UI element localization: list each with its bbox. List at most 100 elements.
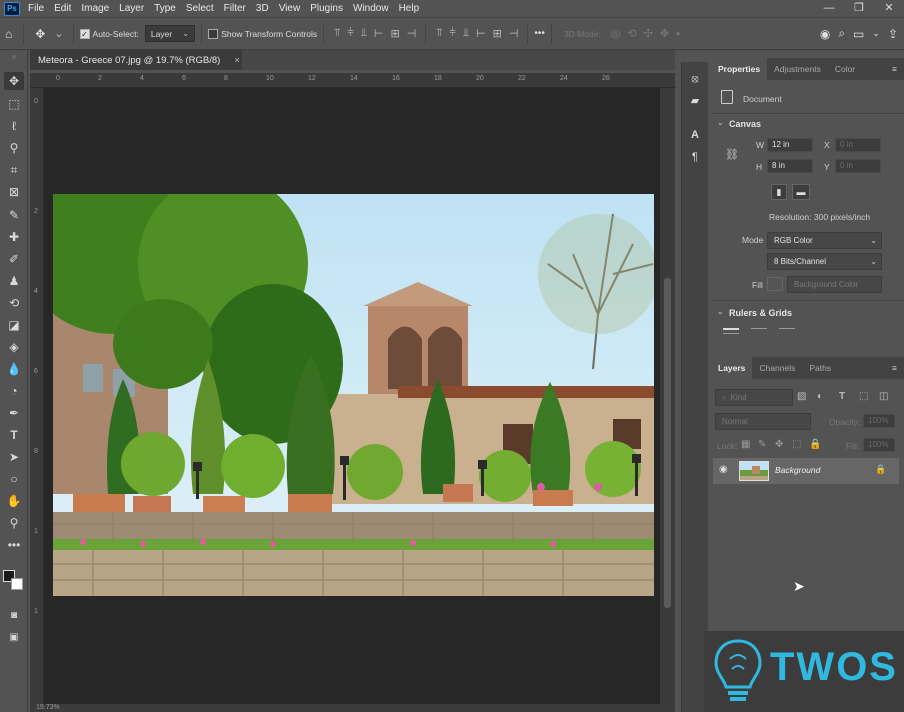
blur-tool-icon[interactable]: 💧 — [4, 360, 24, 378]
paragraph-panel-icon[interactable]: ¶ — [686, 148, 704, 166]
history-brush-tool-icon[interactable]: ⟲ — [4, 294, 24, 312]
move-tool-icon[interactable]: ✥ — [35, 27, 45, 41]
quick-mask-icon[interactable]: ◙ — [4, 607, 24, 625]
eye-visibility-icon[interactable]: ◉ — [719, 464, 728, 475]
frame-tool-icon[interactable]: ⊠ — [4, 183, 24, 201]
link-dimensions-icon[interactable]: ⛓ — [725, 148, 739, 161]
hand-tool-icon[interactable]: ✋ — [4, 492, 24, 510]
marquee-tool-icon[interactable]: ⬚ — [4, 95, 24, 113]
blend-mode-dropdown[interactable]: Normal — [715, 413, 811, 430]
menu-3d[interactable]: 3D — [256, 3, 269, 14]
distribute-top-icon[interactable]: ⫪ — [436, 27, 442, 40]
object-selection-tool-icon[interactable]: ⚲ — [4, 139, 24, 157]
landscape-orientation-icon[interactable]: ▬ — [792, 184, 810, 200]
panel-menu-icon[interactable]: ≡ — [885, 357, 904, 379]
tab-adjustments[interactable]: Adjustments — [767, 58, 828, 80]
menu-plugins[interactable]: Plugins — [310, 3, 343, 14]
align-bottom-edges-icon[interactable]: ⫫ — [361, 27, 367, 40]
ellipse-tool-icon[interactable]: ○ — [4, 470, 24, 488]
lock-all-icon[interactable]: 🔒 — [809, 439, 821, 450]
share-icon[interactable]: ◉ — [820, 27, 830, 41]
document-image[interactable] — [53, 194, 654, 596]
y-field[interactable]: 0 in — [835, 159, 881, 173]
layer-row[interactable]: ◉ Background 🔒 — [713, 458, 899, 484]
distribute-right-icon[interactable]: ⊣ — [509, 27, 519, 40]
more-options-icon[interactable]: ••• — [534, 28, 545, 39]
fill-swatch[interactable] — [767, 277, 783, 291]
background-color-swatch[interactable] — [11, 578, 23, 590]
menu-edit[interactable]: Edit — [54, 3, 71, 14]
crop-tool-icon[interactable]: ⌗ — [4, 161, 24, 179]
workspace-icon[interactable]: ▭ — [853, 27, 864, 41]
search-icon[interactable]: ⌕ — [838, 26, 845, 41]
clone-stamp-tool-icon[interactable]: ♟ — [4, 272, 24, 290]
tab-channels[interactable]: Channels — [752, 357, 802, 379]
distribute-hcenter-icon[interactable]: ⊞ — [493, 27, 502, 40]
chevron-down-icon[interactable]: ⌄ — [872, 28, 880, 39]
menu-help[interactable]: Help — [399, 3, 420, 14]
menu-layer[interactable]: Layer — [119, 3, 144, 14]
tab-paths[interactable]: Paths — [802, 357, 838, 379]
width-field[interactable]: 12 in — [767, 138, 813, 152]
panel-menu-icon[interactable]: ≡ — [885, 58, 904, 80]
path-selection-tool-icon[interactable]: ➤ — [4, 448, 24, 466]
move-tool-icon[interactable]: ✥ — [4, 72, 24, 90]
home-icon[interactable]: ⌂ — [5, 27, 12, 41]
filter-adjustment-icon[interactable]: ◐ — [817, 391, 823, 402]
comments-panel-icon[interactable]: ▰ — [686, 92, 704, 110]
height-field[interactable]: 8 in — [767, 159, 813, 173]
align-vertical-centers-icon[interactable]: ⫩ — [347, 27, 353, 40]
menu-filter[interactable]: Filter — [224, 3, 246, 14]
dodge-tool-icon[interactable]: ◔ — [4, 382, 24, 400]
lock-artboard-icon[interactable]: ⬚ — [792, 439, 801, 450]
type-tool-icon[interactable]: T — [4, 426, 24, 444]
screen-mode-icon[interactable]: ▣ — [4, 629, 24, 647]
align-top-edges-icon[interactable]: ⫪ — [334, 27, 340, 40]
healing-brush-tool-icon[interactable]: ✚ — [4, 228, 24, 246]
pen-tool-icon[interactable]: ✒ — [4, 404, 24, 422]
lasso-tool-icon[interactable]: ℓ — [4, 117, 24, 135]
color-mode-dropdown[interactable]: RGB Color ⌄ — [767, 232, 882, 249]
vertical-scrollbar[interactable] — [660, 88, 675, 704]
lock-image-icon[interactable]: ✎ — [758, 439, 766, 450]
share-export-icon[interactable]: ⇪ — [888, 27, 898, 41]
zoom-tool-icon[interactable]: ⚲ — [4, 514, 24, 532]
bit-depth-dropdown[interactable]: 8 Bits/Channel ⌄ — [767, 253, 882, 270]
menu-file[interactable]: File — [28, 3, 44, 14]
menu-select[interactable]: Select — [186, 3, 214, 14]
menu-view[interactable]: View — [279, 3, 301, 14]
close-window-button[interactable]: ✕ — [874, 0, 904, 17]
x-field[interactable]: 0 in — [835, 138, 881, 152]
zoom-status[interactable]: 19.73% — [36, 704, 60, 711]
filter-shape-icon[interactable]: ⬚ — [859, 391, 868, 402]
layer-filter-kind-dropdown[interactable]: ⌕ Kind — [715, 389, 793, 406]
tab-color[interactable]: Color — [828, 58, 862, 80]
eraser-tool-icon[interactable]: ◪ — [4, 316, 24, 334]
lock-transparent-icon[interactable]: ▦ — [741, 439, 750, 450]
character-panel-icon[interactable]: A — [686, 126, 704, 144]
filter-type-icon[interactable]: T — [839, 391, 845, 402]
ruler-units-icon[interactable] — [723, 328, 739, 334]
filter-pixel-icon[interactable]: ▨ — [797, 391, 806, 402]
minimize-button[interactable]: — — [814, 0, 844, 17]
collapse-chevron-icon[interactable]: ⌄ — [717, 118, 724, 127]
auto-select-target-dropdown[interactable]: Layer ⌄ — [144, 25, 196, 42]
history-panel-icon[interactable]: ⦻ — [686, 70, 704, 88]
brush-tool-icon[interactable]: ✐ — [4, 250, 24, 268]
document-tab[interactable]: Meteora - Greece 07.jpg @ 19.7% (RGB/8) … — [30, 50, 242, 70]
restore-button[interactable]: ❐ — [844, 0, 874, 17]
grid-icon[interactable] — [751, 328, 767, 334]
panel-collapse-icon[interactable]: » — [4, 52, 24, 62]
fill-opacity-field[interactable]: 100% — [863, 438, 895, 452]
eyedropper-tool-icon[interactable]: ✎ — [4, 206, 24, 224]
align-horizontal-centers-icon[interactable]: ⊞ — [390, 27, 399, 40]
scrollbar-thumb[interactable] — [664, 278, 671, 608]
menu-image[interactable]: Image — [81, 3, 109, 14]
tab-layers[interactable]: Layers — [711, 357, 753, 379]
collapse-chevron-icon[interactable]: ⌄ — [717, 307, 724, 316]
menu-type[interactable]: Type — [154, 3, 176, 14]
guides-icon[interactable] — [779, 328, 795, 334]
distribute-left-icon[interactable]: ⊢ — [476, 27, 486, 40]
close-tab-icon[interactable]: × — [234, 55, 240, 66]
align-left-edges-icon[interactable]: ⊢ — [374, 27, 384, 40]
